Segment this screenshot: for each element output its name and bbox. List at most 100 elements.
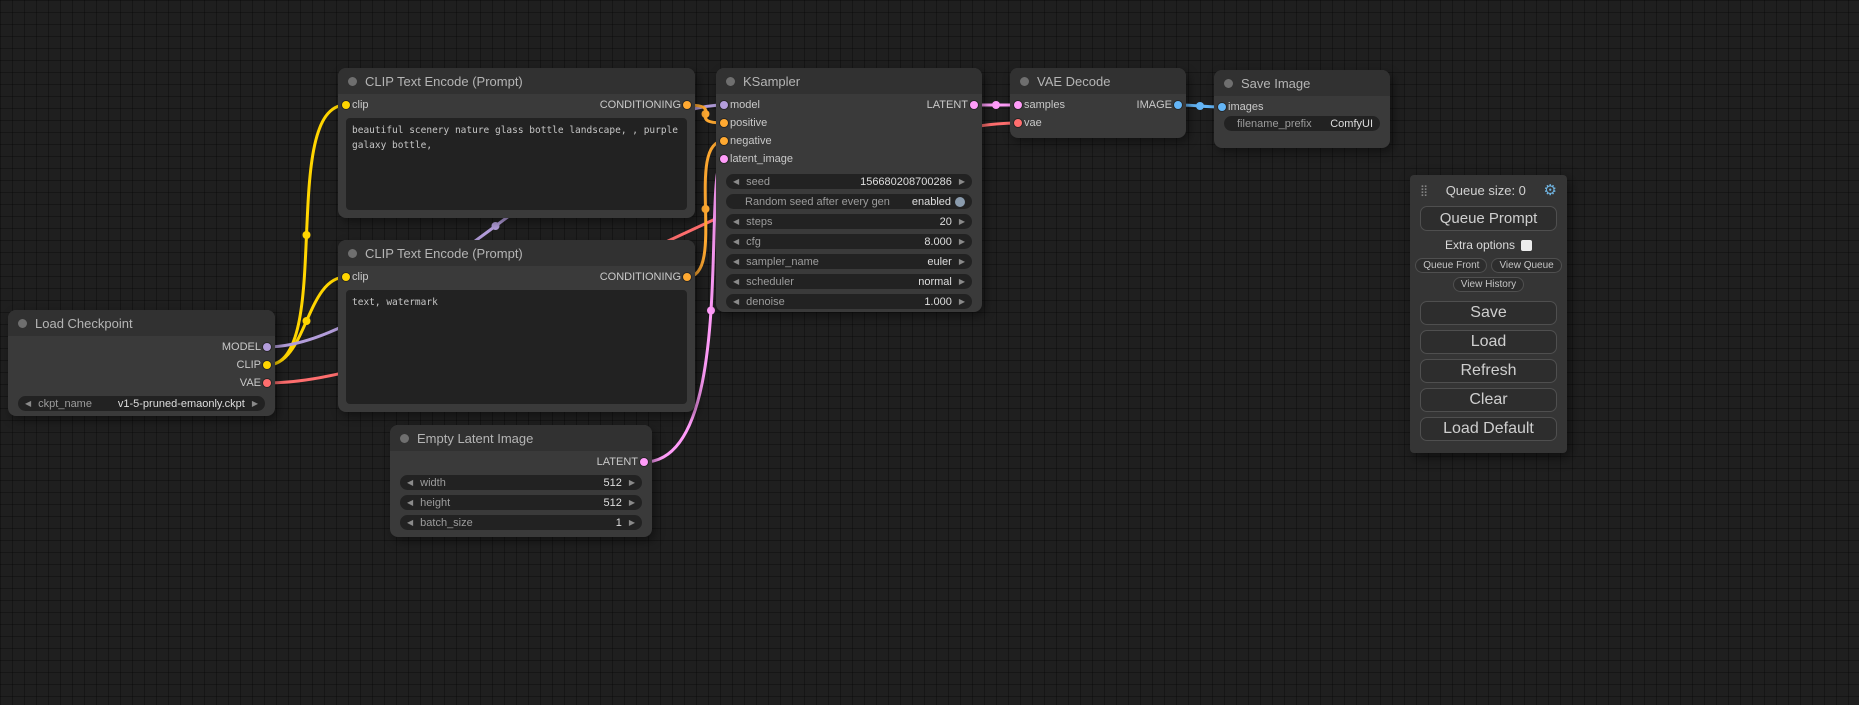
- view-queue-button[interactable]: View Queue: [1491, 258, 1561, 273]
- port-vae-output[interactable]: [263, 379, 271, 387]
- extra-options-checkbox[interactable]: [1521, 240, 1532, 251]
- port-latent-output[interactable]: [640, 458, 648, 466]
- node-canvas[interactable]: Load Checkpoint MODEL CLIP VAE ◀ ckpt_na…: [0, 0, 1859, 705]
- refresh-button[interactable]: Refresh: [1420, 359, 1557, 383]
- output-label-latent: LATENT: [927, 99, 968, 111]
- queue-size-label: Queue size: 0: [1428, 183, 1543, 198]
- widget-value: euler: [927, 256, 951, 268]
- node-load-checkpoint[interactable]: Load Checkpoint MODEL CLIP VAE ◀ ckpt_na…: [8, 310, 275, 416]
- widget-value: 1.000: [924, 296, 952, 308]
- stepper-left-icon[interactable]: ◀: [733, 238, 739, 246]
- node-ksampler[interactable]: KSampler model LATENT positive negative …: [716, 68, 982, 312]
- port-conditioning-output[interactable]: [683, 273, 691, 281]
- stepper-right-icon[interactable]: ▶: [629, 479, 635, 487]
- port-positive-input[interactable]: [720, 119, 728, 127]
- random-seed-toggle-widget[interactable]: Random seed after every gen enabled: [726, 194, 972, 209]
- node-clip-text-encode-negative[interactable]: CLIP Text Encode (Prompt) clip CONDITION…: [338, 240, 695, 412]
- port-negative-input[interactable]: [720, 137, 728, 145]
- ckpt-name-widget[interactable]: ◀ ckpt_name v1-5-pruned-emaonly.ckpt ▶: [18, 396, 265, 411]
- port-clip-input[interactable]: [342, 101, 350, 109]
- collapse-dot[interactable]: [348, 249, 357, 258]
- positive-prompt-textarea[interactable]: beautiful scenery nature glass bottle la…: [346, 118, 687, 210]
- port-clip-input[interactable]: [342, 273, 350, 281]
- collapse-dot[interactable]: [348, 77, 357, 86]
- collapse-dot[interactable]: [726, 77, 735, 86]
- negative-prompt-textarea[interactable]: text, watermark: [346, 290, 687, 404]
- stepper-left-icon[interactable]: ◀: [407, 519, 413, 527]
- input-label-vae: vae: [1024, 117, 1042, 129]
- stepper-right-icon[interactable]: ▶: [959, 278, 965, 286]
- node-save-image[interactable]: Save Image images filename_prefix ComfyU…: [1214, 70, 1390, 148]
- stepper-right-icon[interactable]: ▶: [252, 400, 258, 408]
- node-header[interactable]: Save Image: [1214, 70, 1390, 96]
- height-widget[interactable]: ◀ height 512 ▶: [400, 495, 642, 510]
- stepper-left-icon[interactable]: ◀: [733, 218, 739, 226]
- stepper-left-icon[interactable]: ◀: [407, 499, 413, 507]
- node-header[interactable]: Empty Latent Image: [390, 425, 652, 451]
- collapse-dot[interactable]: [18, 319, 27, 328]
- widget-value: 512: [603, 497, 621, 509]
- port-clip-output[interactable]: [263, 361, 271, 369]
- widget-value: ComfyUI: [1330, 118, 1373, 130]
- collapse-dot[interactable]: [400, 434, 409, 443]
- collapse-dot[interactable]: [1020, 77, 1029, 86]
- denoise-widget[interactable]: ◀ denoise 1.000 ▶: [726, 294, 972, 309]
- node-vae-decode[interactable]: VAE Decode samples IMAGE vae: [1010, 68, 1186, 138]
- drag-handle-icon[interactable]: ⣿: [1420, 184, 1428, 197]
- queue-prompt-button[interactable]: Queue Prompt: [1420, 206, 1557, 231]
- widget-value: 8.000: [924, 236, 952, 248]
- clear-button[interactable]: Clear: [1420, 388, 1557, 412]
- queue-front-button[interactable]: Queue Front: [1415, 258, 1487, 273]
- filename-prefix-widget[interactable]: filename_prefix ComfyUI: [1224, 116, 1380, 131]
- load-default-button[interactable]: Load Default: [1420, 417, 1557, 441]
- link-midpoint-dot: [992, 101, 1000, 109]
- settings-gear-icon[interactable]: ⚙: [1544, 181, 1557, 199]
- widget-value: 156680208700286: [860, 176, 952, 188]
- steps-widget[interactable]: ◀ steps 20 ▶: [726, 214, 972, 229]
- node-title: Load Checkpoint: [35, 316, 133, 331]
- port-conditioning-output[interactable]: [683, 101, 691, 109]
- port-vae-input[interactable]: [1014, 119, 1022, 127]
- port-model-input[interactable]: [720, 101, 728, 109]
- node-header[interactable]: Load Checkpoint: [8, 310, 275, 336]
- node-header[interactable]: CLIP Text Encode (Prompt): [338, 240, 695, 266]
- view-history-button[interactable]: View History: [1453, 277, 1524, 292]
- stepper-left-icon[interactable]: ◀: [733, 258, 739, 266]
- stepper-right-icon[interactable]: ▶: [629, 519, 635, 527]
- node-header[interactable]: CLIP Text Encode (Prompt): [338, 68, 695, 94]
- toggle-knob-icon[interactable]: [955, 197, 965, 207]
- node-empty-latent-image[interactable]: Empty Latent Image LATENT ◀ width 512 ▶ …: [390, 425, 652, 537]
- load-button[interactable]: Load: [1420, 330, 1557, 354]
- stepper-left-icon[interactable]: ◀: [733, 178, 739, 186]
- seed-widget[interactable]: ◀ seed 156680208700286 ▶: [726, 174, 972, 189]
- port-image-output[interactable]: [1174, 101, 1182, 109]
- link-midpoint-dot: [702, 110, 710, 118]
- stepper-right-icon[interactable]: ▶: [629, 499, 635, 507]
- stepper-right-icon[interactable]: ▶: [959, 298, 965, 306]
- cfg-widget[interactable]: ◀ cfg 8.000 ▶: [726, 234, 972, 249]
- widget-label: seed: [746, 176, 770, 188]
- stepper-right-icon[interactable]: ▶: [959, 178, 965, 186]
- port-images-input[interactable]: [1218, 103, 1226, 111]
- sampler-name-widget[interactable]: ◀ sampler_name euler ▶: [726, 254, 972, 269]
- node-clip-text-encode-positive[interactable]: CLIP Text Encode (Prompt) clip CONDITION…: [338, 68, 695, 218]
- stepper-left-icon[interactable]: ◀: [733, 298, 739, 306]
- stepper-left-icon[interactable]: ◀: [407, 479, 413, 487]
- stepper-left-icon[interactable]: ◀: [733, 278, 739, 286]
- port-samples-input[interactable]: [1014, 101, 1022, 109]
- node-header[interactable]: KSampler: [716, 68, 982, 94]
- collapse-dot[interactable]: [1224, 79, 1233, 88]
- node-header[interactable]: VAE Decode: [1010, 68, 1186, 94]
- stepper-right-icon[interactable]: ▶: [959, 238, 965, 246]
- widget-label: ckpt_name: [38, 398, 92, 410]
- width-widget[interactable]: ◀ width 512 ▶: [400, 475, 642, 490]
- scheduler-widget[interactable]: ◀ scheduler normal ▶: [726, 274, 972, 289]
- port-latent-output[interactable]: [970, 101, 978, 109]
- batch-size-widget[interactable]: ◀ batch_size 1 ▶: [400, 515, 642, 530]
- stepper-right-icon[interactable]: ▶: [959, 218, 965, 226]
- stepper-right-icon[interactable]: ▶: [959, 258, 965, 266]
- port-latent-image-input[interactable]: [720, 155, 728, 163]
- save-button[interactable]: Save: [1420, 301, 1557, 325]
- stepper-left-icon[interactable]: ◀: [25, 400, 31, 408]
- port-model-output[interactable]: [263, 343, 271, 351]
